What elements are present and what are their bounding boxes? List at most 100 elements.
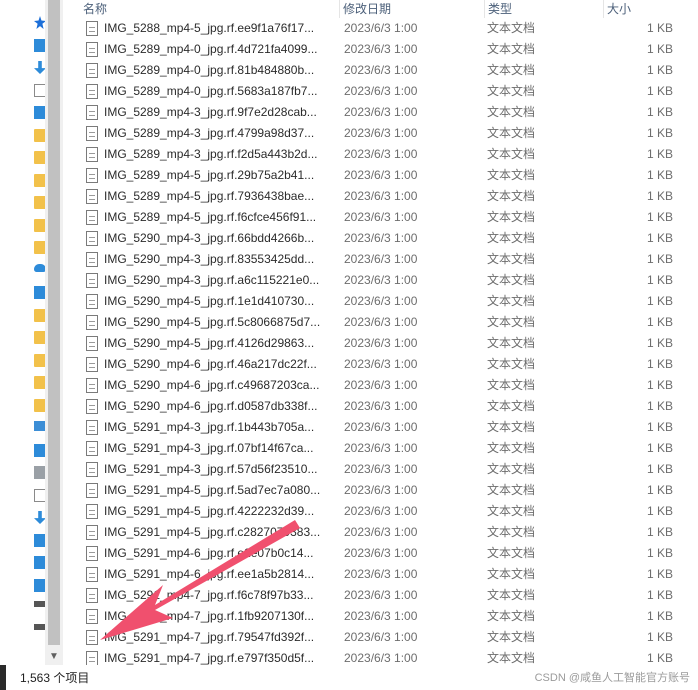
column-header: 名称 修改日期 类型 大小 — [64, 0, 698, 18]
text-file-icon — [86, 252, 98, 267]
file-row[interactable]: IMG_5291_mp4-3_jpg.rf.1b443b705a... 2023/… — [64, 417, 698, 438]
file-row[interactable]: IMG_5290_mp4-5_jpg.rf.1e1d410730... 2023/… — [64, 291, 698, 312]
file-date: 2023/6/3 1:00 — [344, 588, 418, 602]
text-file-icon — [86, 84, 98, 99]
file-row[interactable]: IMG_5291_mp4-3_jpg.rf.57d56f23510... 2023… — [64, 459, 698, 480]
file-name: IMG_5289_mp4-5_jpg.rf.f6cfce456f91... — [104, 210, 317, 224]
file-type: 文本文档 — [487, 441, 536, 455]
file-row[interactable]: IMG_5290_mp4-6_jpg.rf.d0587db338f... 2023… — [64, 396, 698, 417]
status-bar-edge — [0, 665, 6, 690]
file-name: IMG_5290_mp4-3_jpg.rf.83553425dd... — [104, 252, 315, 266]
file-date: 2023/6/3 1:00 — [344, 525, 418, 539]
file-size: 1 KB — [646, 609, 673, 623]
file-row[interactable]: IMG_5290_mp4-6_jpg.rf.c49687203ca... 2023… — [64, 375, 698, 396]
file-date: 2023/6/3 1:00 — [344, 504, 418, 518]
navigation-scrollbar[interactable]: ▼ — [45, 0, 63, 665]
file-row[interactable]: IMG_5288_mp4-5_jpg.rf.ee9f1a76f17... 2023… — [64, 18, 698, 39]
column-size-header[interactable]: 大小 — [604, 0, 698, 18]
file-date: 2023/6/3 1:00 — [344, 252, 418, 266]
file-row[interactable]: IMG_5291_mp4-5_jpg.rf.5ad7ec7a080... 2023… — [64, 480, 698, 501]
file-row[interactable]: IMG_5290_mp4-3_jpg.rf.83553425dd... 2023/… — [64, 249, 698, 270]
file-row[interactable]: IMG_5289_mp4-5_jpg.rf.29b75a2b41... 2023/… — [64, 165, 698, 186]
file-size: 1 KB — [646, 441, 673, 455]
file-type: 文本文档 — [487, 63, 536, 77]
file-row[interactable]: IMG_5289_mp4-5_jpg.rf.7936438bae... 2023/… — [64, 186, 698, 207]
file-row[interactable]: IMG_5290_mp4-5_jpg.rf.5c8066875d7... 2023… — [64, 312, 698, 333]
file-size: 1 KB — [646, 231, 673, 245]
navigation-pane: ▼ — [0, 0, 64, 665]
file-size: 1 KB — [646, 252, 673, 266]
file-row[interactable]: IMG_5289_mp4-5_jpg.rf.f6cfce456f91... 202… — [64, 207, 698, 228]
file-type: 文本文档 — [487, 609, 536, 623]
file-size: 1 KB — [646, 567, 673, 581]
file-date: 2023/6/3 1:00 — [344, 168, 418, 182]
file-type: 文本文档 — [487, 357, 536, 371]
file-size: 1 KB — [646, 189, 673, 203]
file-type: 文本文档 — [487, 21, 536, 35]
file-date: 2023/6/3 1:00 — [344, 84, 418, 98]
annotation-arrow — [100, 520, 300, 640]
file-name: IMG_5289_mp4-0_jpg.rf.5683a187fb7... — [104, 84, 318, 98]
file-row[interactable]: IMG_5289_mp4-0_jpg.rf.4d721fa4099... 2023… — [64, 39, 698, 60]
text-file-icon — [86, 441, 98, 456]
file-type: 文本文档 — [487, 273, 536, 287]
file-type: 文本文档 — [487, 189, 536, 203]
file-row[interactable]: IMG_5289_mp4-3_jpg.rf.f2d5a443b2d... 2023… — [64, 144, 698, 165]
file-date: 2023/6/3 1:00 — [344, 462, 418, 476]
file-date: 2023/6/3 1:00 — [344, 273, 418, 287]
file-date: 2023/6/3 1:00 — [344, 567, 418, 581]
file-row[interactable]: IMG_5290_mp4-6_jpg.rf.46a217dc22f... 2023… — [64, 354, 698, 375]
text-file-icon — [86, 273, 98, 288]
file-name: IMG_5290_mp4-5_jpg.rf.5c8066875d7... — [104, 315, 321, 329]
file-type: 文本文档 — [487, 567, 536, 581]
file-size: 1 KB — [646, 588, 673, 602]
text-file-icon — [86, 315, 98, 330]
item-count: 1,563 个项目 — [20, 671, 90, 685]
column-name-header[interactable]: 名称 — [80, 0, 340, 18]
file-name: IMG_5290_mp4-6_jpg.rf.d0587db338f... — [104, 399, 318, 413]
file-type: 文本文档 — [487, 504, 536, 518]
file-name: IMG_5290_mp4-6_jpg.rf.46a217dc22f... — [104, 357, 317, 371]
file-type: 文本文档 — [487, 294, 536, 308]
file-size: 1 KB — [646, 63, 673, 77]
text-file-icon — [86, 462, 98, 477]
file-size: 1 KB — [646, 420, 673, 434]
navigation-scrollbar-thumb[interactable] — [48, 0, 60, 645]
file-row[interactable]: IMG_5290_mp4-3_jpg.rf.66bdd4266b... 2023/… — [64, 228, 698, 249]
file-type: 文本文档 — [487, 105, 536, 119]
file-size: 1 KB — [646, 273, 673, 287]
file-row[interactable]: IMG_5289_mp4-0_jpg.rf.81b484880b... 2023/… — [64, 60, 698, 81]
text-file-icon — [86, 378, 98, 393]
file-row[interactable]: IMG_5289_mp4-3_jpg.rf.4799a98d37... 2023/… — [64, 123, 698, 144]
file-row[interactable]: IMG_5290_mp4-3_jpg.rf.a6c115221e0... 2023… — [64, 270, 698, 291]
file-type: 文本文档 — [487, 42, 536, 56]
file-date: 2023/6/3 1:00 — [344, 231, 418, 245]
file-row[interactable]: IMG_5289_mp4-0_jpg.rf.5683a187fb7... 2023… — [64, 81, 698, 102]
file-date: 2023/6/3 1:00 — [344, 42, 418, 56]
file-row[interactable]: IMG_5291_mp4-3_jpg.rf.07bf14f67ca... 2023… — [64, 438, 698, 459]
file-type: 文本文档 — [487, 588, 536, 602]
file-type: 文本文档 — [487, 231, 536, 245]
file-size: 1 KB — [646, 147, 673, 161]
file-size: 1 KB — [646, 168, 673, 182]
file-row[interactable]: IMG_5289_mp4-3_jpg.rf.9f7e2d28cab... 2023… — [64, 102, 698, 123]
text-file-icon — [86, 147, 98, 162]
file-type: 文本文档 — [487, 315, 536, 329]
file-size: 1 KB — [646, 546, 673, 560]
file-type: 文本文档 — [487, 462, 536, 476]
text-file-icon — [86, 168, 98, 183]
text-file-icon — [86, 651, 98, 666]
file-row[interactable]: IMG_5290_mp4-5_jpg.rf.4126d29863... 2023/… — [64, 333, 698, 354]
file-size: 1 KB — [646, 483, 673, 497]
file-size: 1 KB — [646, 525, 673, 539]
file-name: IMG_5290_mp4-3_jpg.rf.66bdd4266b... — [104, 231, 315, 245]
text-file-icon — [86, 357, 98, 372]
file-date: 2023/6/3 1:00 — [344, 147, 418, 161]
file-size: 1 KB — [646, 210, 673, 224]
file-date: 2023/6/3 1:00 — [344, 21, 418, 35]
column-type-header[interactable]: 类型 — [485, 0, 604, 18]
file-name: IMG_5290_mp4-6_jpg.rf.c49687203ca... — [104, 378, 320, 392]
column-date-header[interactable]: 修改日期 — [340, 0, 485, 18]
scroll-down-arrow-icon[interactable]: ▼ — [45, 649, 63, 665]
file-name: IMG_5289_mp4-3_jpg.rf.9f7e2d28cab... — [104, 105, 317, 119]
